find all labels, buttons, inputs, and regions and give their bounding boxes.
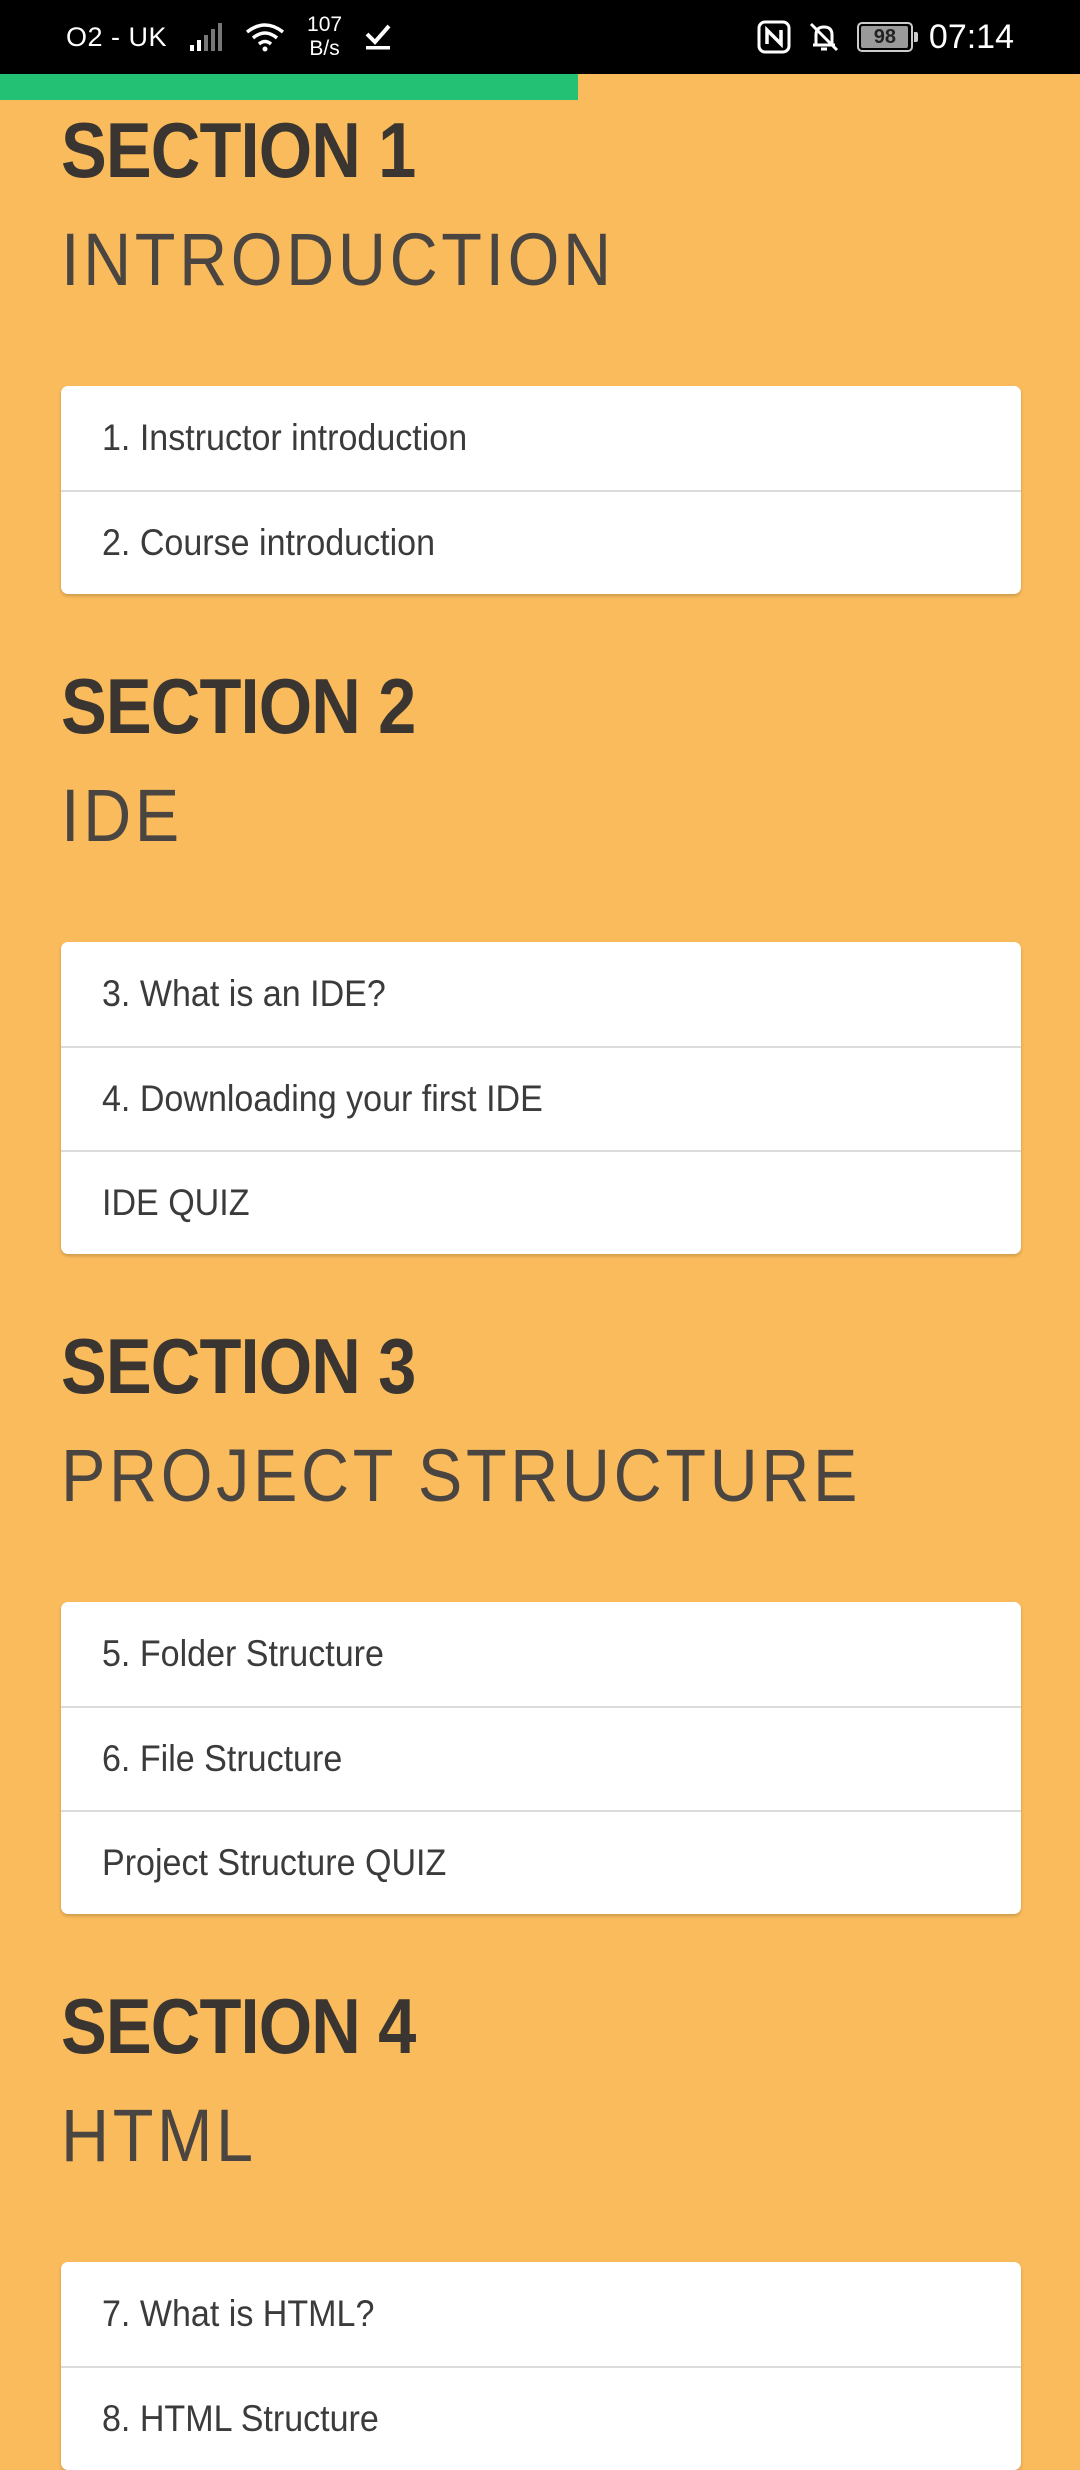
lesson-label: 2. Course introduction xyxy=(102,522,436,563)
course-progress-bar xyxy=(0,74,1080,100)
clock: 07:14 xyxy=(928,17,1014,56)
section-number: SECTION 4 xyxy=(61,1982,416,2070)
battery-icon: 98 xyxy=(856,22,918,52)
status-bar: O2 - UK 107 B/s 98 07:14 xyxy=(0,0,1080,74)
lesson-label: 7. What is HTML? xyxy=(102,2293,375,2334)
lesson-item[interactable]: 1. Instructor introduction xyxy=(61,386,1021,490)
lesson-item[interactable]: 7. What is HTML? xyxy=(61,2262,1021,2366)
lesson-list: 5. Folder Structure 6. File Structure Pr… xyxy=(61,1602,1021,1914)
section-title: INTRODUCTION xyxy=(61,218,615,301)
network-speed-unit: B/s xyxy=(309,37,340,60)
lesson-label: 1. Instructor introduction xyxy=(102,417,468,458)
section-number: SECTION 2 xyxy=(61,662,416,750)
lesson-list: 3. What is an IDE? 4. Downloading your f… xyxy=(61,942,1021,1254)
network-speed: 107 B/s xyxy=(307,13,342,61)
wifi-icon xyxy=(245,22,285,52)
network-speed-value: 107 xyxy=(307,13,343,36)
lesson-list: 1. Instructor introduction 2. Course int… xyxy=(61,386,1021,594)
section-title: IDE xyxy=(61,774,183,857)
lesson-label: 3. What is an IDE? xyxy=(102,973,386,1014)
lesson-item[interactable]: 6. File Structure xyxy=(61,1706,1021,1810)
carrier-label: O2 - UK xyxy=(66,21,168,52)
battery-level: 98 xyxy=(873,25,897,48)
lesson-label: IDE QUIZ xyxy=(102,1182,250,1223)
section-3: SECTION 3 PROJECT STRUCTURE 5. Folder St… xyxy=(61,1316,1021,1914)
signal-icon xyxy=(189,23,223,51)
section-1: SECTION 1 INTRODUCTION 1. Instructor int… xyxy=(61,100,1021,594)
course-content: SECTION 1 INTRODUCTION 1. Instructor int… xyxy=(61,100,1021,2470)
nfc-icon xyxy=(757,20,791,54)
course-progress-fill xyxy=(0,74,578,100)
download-complete-icon xyxy=(364,23,392,51)
section-number: SECTION 3 xyxy=(61,1322,416,1410)
section-number: SECTION 1 xyxy=(61,106,416,194)
section-4: SECTION 4 HTML 7. What is HTML? 8. HTML … xyxy=(61,1976,1021,2470)
quiz-item[interactable]: Project Structure QUIZ xyxy=(61,1810,1021,1914)
lesson-label: 4. Downloading your first IDE xyxy=(102,1078,543,1119)
lesson-label: Project Structure QUIZ xyxy=(102,1842,447,1883)
lesson-label: 5. Folder Structure xyxy=(102,1633,384,1674)
lesson-item[interactable]: 4. Downloading your first IDE xyxy=(61,1046,1021,1150)
section-title: PROJECT STRUCTURE xyxy=(61,1434,862,1517)
lesson-label: 6. File Structure xyxy=(102,1738,343,1779)
lesson-list: 7. What is HTML? 8. HTML Structure xyxy=(61,2262,1021,2470)
lesson-item[interactable]: 2. Course introduction xyxy=(61,490,1021,594)
lesson-item[interactable]: 3. What is an IDE? xyxy=(61,942,1021,1046)
lesson-item[interactable]: 5. Folder Structure xyxy=(61,1602,1021,1706)
notifications-off-icon xyxy=(807,20,841,54)
quiz-item[interactable]: IDE QUIZ xyxy=(61,1150,1021,1254)
lesson-item[interactable]: 8. HTML Structure xyxy=(61,2366,1021,2470)
section-2: SECTION 2 IDE 3. What is an IDE? 4. Down… xyxy=(61,656,1021,1254)
section-title: HTML xyxy=(61,2094,257,2177)
lesson-label: 8. HTML Structure xyxy=(102,2398,379,2439)
